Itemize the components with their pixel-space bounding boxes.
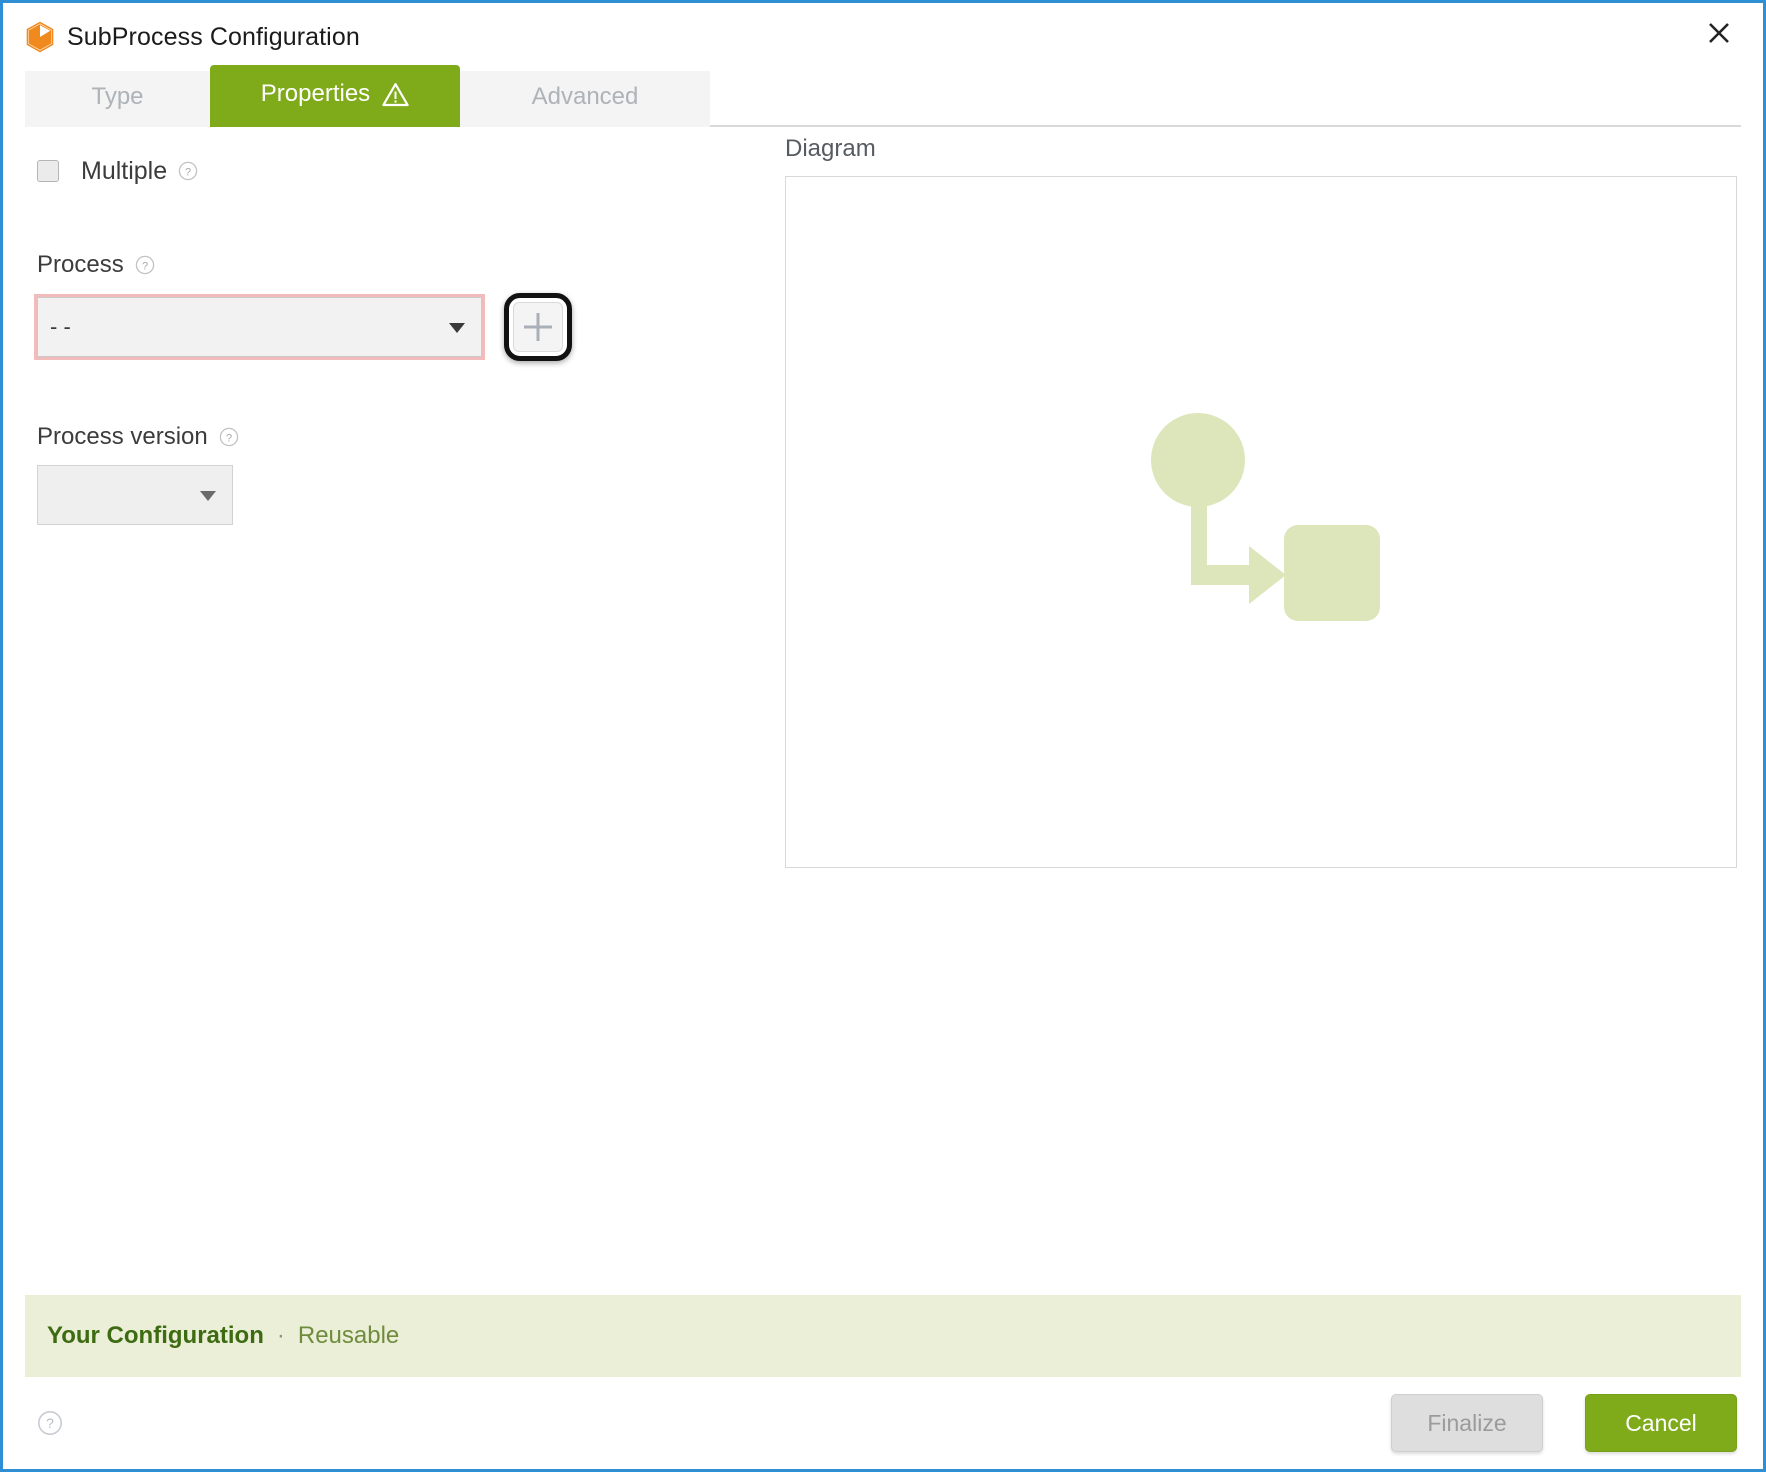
start-event-circle (1151, 413, 1245, 507)
dialog-title: SubProcess Configuration (67, 22, 360, 51)
tab-type-label: Type (91, 83, 144, 110)
svg-text:?: ? (46, 1415, 54, 1431)
help-circle-icon[interactable]: ? (219, 427, 239, 447)
process-version-field: Process version ? (37, 423, 657, 525)
dialog-body: Multiple ? Process ? - - Process version… (3, 127, 1763, 1295)
help-circle-icon[interactable]: ? (37, 1410, 63, 1436)
chevron-down-icon (449, 323, 465, 333)
subprocess-configuration-dialog: SubProcess Configuration Type Properties… (0, 0, 1766, 1472)
help-circle-icon[interactable]: ? (135, 255, 155, 275)
configuration-separator: · (276, 1322, 285, 1349)
finalize-button-label: Finalize (1427, 1409, 1507, 1436)
help-circle-icon[interactable]: ? (178, 161, 198, 181)
process-label: Process (37, 251, 124, 278)
finalize-button[interactable]: Finalize (1391, 1394, 1543, 1452)
dialog-footer: ? Finalize Cancel (3, 1377, 1763, 1469)
cube-icon (25, 21, 55, 53)
diagram-label: Diagram (785, 135, 876, 162)
task-rounded-rectangle (1284, 525, 1380, 621)
tab-bar: Type Properties Advanced (3, 65, 1763, 127)
tab-advanced[interactable]: Advanced (460, 71, 710, 127)
process-version-label: Process version (37, 423, 208, 450)
warning-triangle-icon (382, 82, 409, 107)
plus-icon (513, 302, 563, 352)
process-field-label-row: Process ? (37, 251, 657, 279)
configuration-banner: Your Configuration · Reusable (25, 1295, 1741, 1377)
process-field: Process ? - - (34, 251, 657, 361)
properties-form: Multiple ? Process ? - - Process version… (34, 149, 657, 525)
tab-properties-label: Properties (260, 80, 371, 107)
cancel-button[interactable]: Cancel (1585, 1394, 1737, 1452)
process-version-select[interactable] (37, 465, 233, 525)
cancel-button-label: Cancel (1625, 1409, 1697, 1436)
multiple-label: Multiple (81, 156, 168, 185)
tab-type[interactable]: Type (25, 71, 210, 127)
diagram-canvas[interactable] (785, 176, 1737, 868)
dialog-titlebar: SubProcess Configuration (3, 3, 1763, 71)
chevron-down-icon (200, 491, 216, 501)
sequence-flow-arrow (1191, 503, 1286, 604)
configuration-subtitle: Reusable (297, 1322, 400, 1349)
process-version-label-row: Process version ? (37, 423, 657, 451)
tab-properties[interactable]: Properties (210, 65, 460, 127)
svg-text:?: ? (226, 432, 232, 444)
tab-advanced-label: Advanced (531, 83, 639, 110)
close-icon[interactable] (1693, 9, 1745, 57)
process-select[interactable]: - - (34, 294, 485, 360)
diagram-panel: Diagram (785, 135, 1737, 868)
diagram-preview-graphic (1136, 407, 1386, 637)
add-process-button[interactable] (504, 293, 572, 361)
multiple-field-row: Multiple ? (37, 153, 657, 189)
process-select-row: - - (34, 293, 657, 361)
process-select-value: - - (50, 314, 71, 339)
configuration-title: Your Configuration (47, 1322, 264, 1349)
multiple-checkbox[interactable] (37, 160, 59, 182)
svg-text:?: ? (185, 166, 191, 178)
svg-text:?: ? (142, 260, 148, 272)
